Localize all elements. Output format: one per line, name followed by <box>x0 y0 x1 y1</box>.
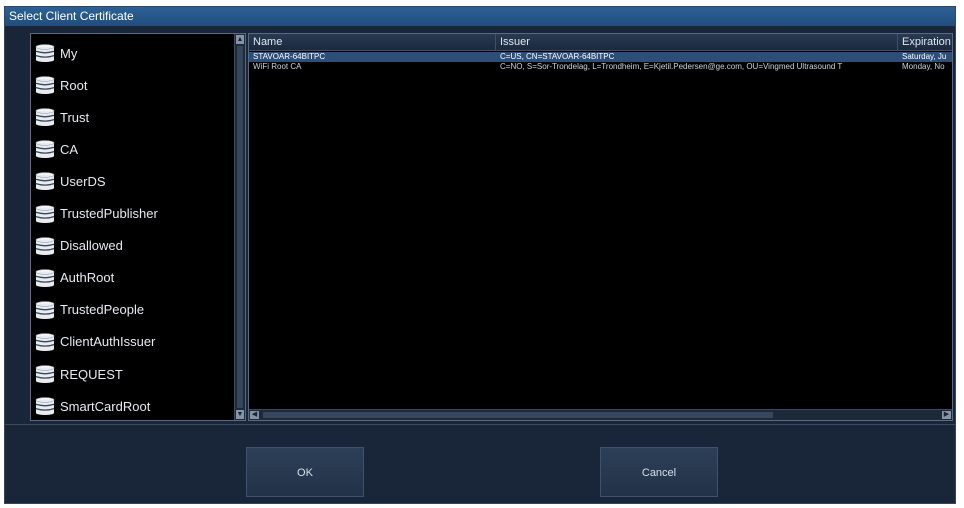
select-client-certificate-dialog: Select Client Certificate My Root Trust CA U… <box>4 6 956 504</box>
certificate-name: STAVOAR-64BITPC <box>253 52 326 61</box>
store-item-label: Trust <box>60 109 90 125</box>
column-header-name[interactable]: Name <box>249 34 496 51</box>
certificate-expiration: Saturday, Ju <box>902 52 947 61</box>
certificate-expiration: Monday, No <box>902 62 945 71</box>
store-item-my[interactable]: My <box>31 38 233 68</box>
store-list-scroll-thumb[interactable] <box>237 46 243 408</box>
database-icon <box>35 301 55 319</box>
store-item-label: CA <box>60 141 79 157</box>
database-icon <box>35 76 55 95</box>
scroll-left-arrow-icon[interactable]: ◀ <box>250 411 259 419</box>
certificate-row[interactable]: STAVOAR-64BITPC C=US, CN=STAVOAR-64BITPC… <box>249 52 952 62</box>
certificate-row[interactable]: WiFi Root CA C=NO, S=Sor-Trondelag, L=Tr… <box>249 62 952 72</box>
database-icon <box>35 172 55 191</box>
store-list-items: My Root Trust CA UserDS TrustedPublisher Disal… <box>31 34 233 420</box>
store-item-label: SmartCardRoot <box>60 398 151 414</box>
database-icon <box>35 268 55 287</box>
store-item-label: TrustedPeople <box>60 302 145 318</box>
certificate-issuer: C=NO, S=Sor-Trondelag, L=Trondheim, E=Kj… <box>500 62 843 71</box>
certificate-table-hscrollbar[interactable]: ◀ ▶ <box>249 409 952 420</box>
store-item-trustedpeople[interactable]: TrustedPeople <box>31 295 233 325</box>
store-item-authroot[interactable]: AuthRoot <box>31 263 233 293</box>
button-area-separator <box>5 424 955 425</box>
certificate-name: WiFi Root CA <box>253 62 302 71</box>
database-icon <box>35 204 55 223</box>
store-item-trust[interactable]: Trust <box>31 102 233 132</box>
store-item-smartcardroot[interactable]: SmartCardRoot <box>31 391 233 421</box>
store-item-request[interactable]: REQUEST <box>31 359 233 389</box>
column-header-expiration[interactable]: Expiration <box>898 34 952 51</box>
store-item-label: Root <box>60 77 88 93</box>
scroll-right-arrow-icon[interactable]: ▶ <box>942 411 951 419</box>
database-icon <box>35 397 55 416</box>
store-item-userds[interactable]: UserDS <box>31 166 233 196</box>
store-item-disallowed[interactable]: Disallowed <box>31 231 233 261</box>
column-header-issuer[interactable]: Issuer <box>496 34 898 51</box>
store-item-label: UserDS <box>60 173 106 189</box>
certificate-issuer: C=US, CN=STAVOAR-64BITPC <box>500 52 615 61</box>
database-icon <box>35 236 55 255</box>
store-item-label: AuthRoot <box>60 270 115 286</box>
store-item-trustedpublisher[interactable]: TrustedPublisher <box>31 199 233 229</box>
database-icon <box>35 140 55 159</box>
database-icon <box>35 108 55 127</box>
store-item-label: Disallowed <box>60 238 123 254</box>
ok-button[interactable]: OK <box>246 447 364 497</box>
database-icon <box>35 44 55 62</box>
store-item-label: TrustedPublisher <box>60 206 158 221</box>
database-icon <box>35 333 55 351</box>
store-item-clientauthissuer[interactable]: ClientAuthIssuer <box>31 327 233 357</box>
scroll-down-arrow-icon[interactable]: ▼ <box>236 410 244 419</box>
store-list-scrollbar[interactable]: ▲ ▼ <box>234 34 245 420</box>
store-item-label: REQUEST <box>60 366 123 382</box>
certificate-store-list: My Root Trust CA UserDS TrustedPublisher Disal… <box>30 33 246 421</box>
store-item-label: My <box>60 45 78 61</box>
store-item-label: ClientAuthIssuer <box>60 334 156 350</box>
scroll-up-arrow-icon[interactable]: ▲ <box>236 35 244 44</box>
cancel-button[interactable]: Cancel <box>600 447 718 497</box>
store-item-root[interactable]: Root <box>31 70 233 100</box>
store-item-ca[interactable]: CA <box>31 134 233 164</box>
certificate-table: Name Issuer Expiration STAVOAR-64BITPC C… <box>248 33 953 421</box>
certificate-table-header: Name Issuer Expiration <box>249 34 952 51</box>
certificate-table-scroll-thumb[interactable] <box>263 412 773 418</box>
dialog-title: Select Client Certificate <box>5 7 955 26</box>
database-icon <box>35 365 55 383</box>
